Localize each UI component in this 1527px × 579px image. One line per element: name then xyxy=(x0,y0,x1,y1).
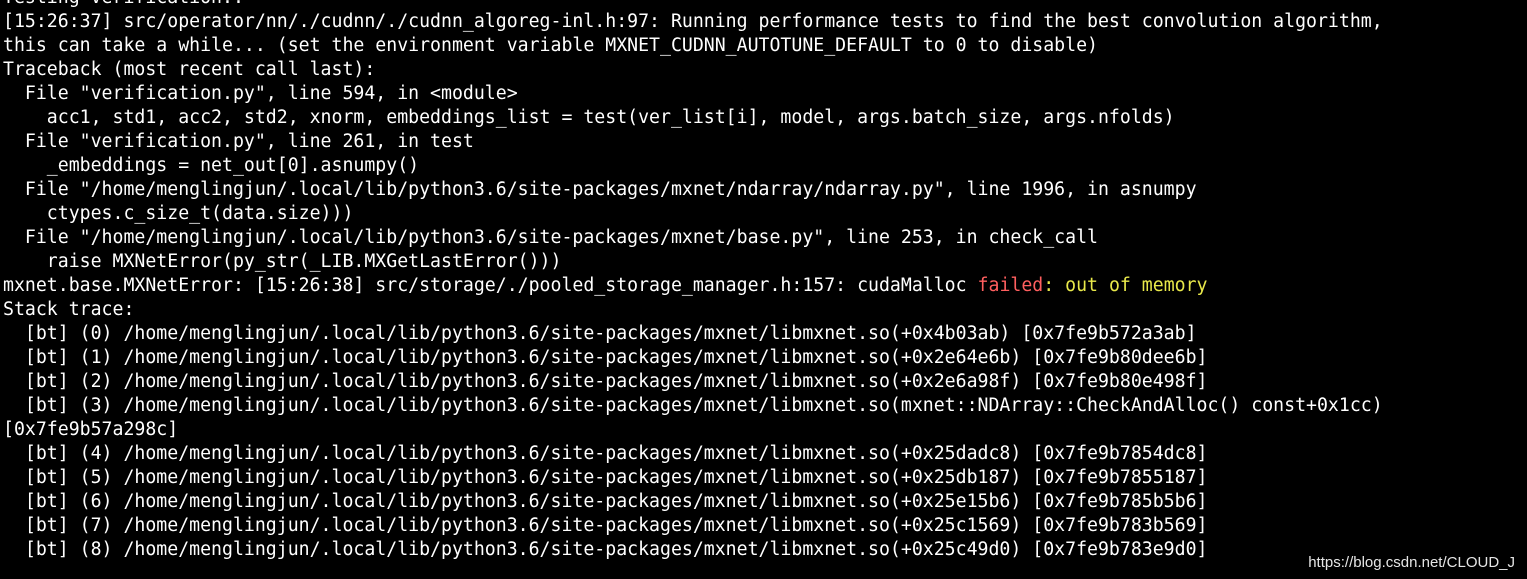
terminal-line: File "/home/menglingjun/.local/lib/pytho… xyxy=(3,227,1098,248)
terminal-output[interactable]: Testing verification.. [15:26:37] src/op… xyxy=(0,0,1527,579)
error-failed-text: failed xyxy=(977,275,1044,296)
stack-trace-line: [bt] (4) /home/menglingjun/.local/lib/py… xyxy=(3,443,1208,464)
stack-trace-line: [bt] (5) /home/menglingjun/.local/lib/py… xyxy=(3,467,1208,488)
stack-trace-line: [0x7fe9b57a298c] xyxy=(3,419,179,440)
stack-trace-line: [bt] (2) /home/menglingjun/.local/lib/py… xyxy=(3,371,1208,392)
terminal-line: [15:26:37] src/operator/nn/./cudnn/./cud… xyxy=(3,11,1383,32)
terminal-line: acc1, std1, acc2, std2, xnorm, embedding… xyxy=(3,107,1175,128)
terminal-line: ctypes.c_size_t(data.size))) xyxy=(3,203,354,224)
error-out-of-memory-text: : out of memory xyxy=(1043,275,1208,296)
terminal-line: Traceback (most recent call last): xyxy=(3,59,376,80)
terminal-line: _embeddings = net_out[0].asnumpy() xyxy=(3,155,420,176)
terminal-line: this can take a while... (set the enviro… xyxy=(3,35,1098,56)
terminal-line: Testing verification.. xyxy=(3,0,1527,10)
stack-trace-line: [bt] (3) /home/menglingjun/.local/lib/py… xyxy=(3,395,1383,416)
terminal-line: File "verification.py", line 261, in tes… xyxy=(3,131,474,152)
stack-trace-header: Stack trace: xyxy=(3,299,135,320)
terminal-line: File "verification.py", line 594, in <mo… xyxy=(3,83,518,104)
stack-trace-line: [bt] (0) /home/menglingjun/.local/lib/py… xyxy=(3,323,1197,344)
error-line: mxnet.base.MXNetError: [15:26:38] src/st… xyxy=(3,274,1527,298)
stack-trace-line: [bt] (6) /home/menglingjun/.local/lib/py… xyxy=(3,491,1208,512)
error-prefix: mxnet.base.MXNetError: [15:26:38] src/st… xyxy=(3,275,978,296)
stack-trace-line: [bt] (8) /home/menglingjun/.local/lib/py… xyxy=(3,539,1208,560)
watermark: https://blog.csdn.net/CLOUD_J xyxy=(1306,554,1517,571)
stack-trace-line: [bt] (1) /home/menglingjun/.local/lib/py… xyxy=(3,347,1208,368)
terminal-line: File "/home/menglingjun/.local/lib/pytho… xyxy=(3,179,1197,200)
stack-trace-line: [bt] (7) /home/menglingjun/.local/lib/py… xyxy=(3,515,1208,536)
terminal-line: raise MXNetError(py_str(_LIB.MXGetLastEr… xyxy=(3,251,562,272)
